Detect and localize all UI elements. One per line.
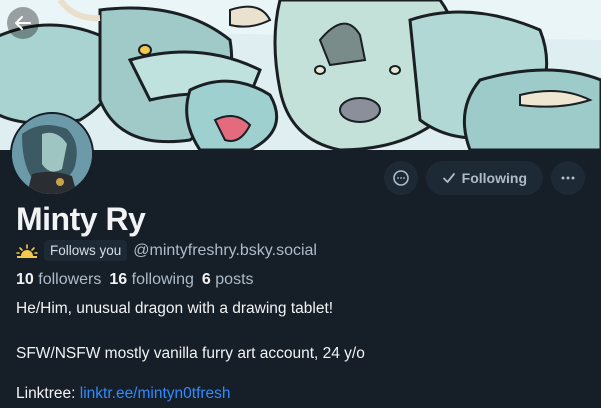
checkmark-icon (442, 173, 455, 183)
posts-link[interactable]: 6 posts (202, 271, 254, 289)
followers-count: 10 (16, 271, 34, 288)
profile-meta: Follows you @mintyfreshry.bsky.social (16, 240, 317, 261)
linktree-link[interactable]: linktr.ee/mintyn0tfresh (80, 385, 231, 402)
following-count: 16 (109, 271, 128, 288)
bio-line-1: He/Him, unusual dragon with a drawing ta… (16, 300, 334, 317)
linktree-label: Linktree: (16, 385, 76, 402)
back-button[interactable] (7, 7, 39, 39)
sunrise-emoji-icon (16, 243, 38, 258)
bio-line-2: SFW/NSFW mostly vanilla furry art accoun… (16, 345, 365, 362)
profile-stats: 10 followers 16 following 6 posts (16, 271, 254, 289)
follows-you-badge: Follows you (44, 240, 128, 261)
more-options-button[interactable] (551, 161, 585, 195)
chat-bubble-icon (392, 170, 409, 186)
following-link[interactable]: 16 following (109, 271, 194, 289)
posts-label: posts (215, 271, 254, 288)
banner-artwork (0, 0, 601, 150)
following-label: following (131, 271, 194, 288)
arrow-left-icon (15, 16, 31, 30)
posts-count: 6 (201, 271, 211, 288)
bio-line-3: Linktree: linktr.ee/mintyn0tfresh (16, 386, 231, 402)
profile-handle: @mintyfreshry.bsky.social (133, 241, 317, 259)
message-button[interactable] (383, 161, 418, 195)
profile-actions: Following (383, 161, 585, 195)
ellipsis-icon (561, 176, 575, 180)
display-name: Minty Ry (16, 201, 146, 237)
followers-label: followers (38, 271, 102, 288)
following-button[interactable]: Following (425, 161, 543, 195)
profile-banner[interactable] (0, 0, 601, 150)
avatar-image (12, 114, 92, 194)
following-button-label: Following (461, 170, 527, 186)
followers-link[interactable]: 10 followers (16, 271, 101, 289)
avatar[interactable] (10, 112, 94, 196)
